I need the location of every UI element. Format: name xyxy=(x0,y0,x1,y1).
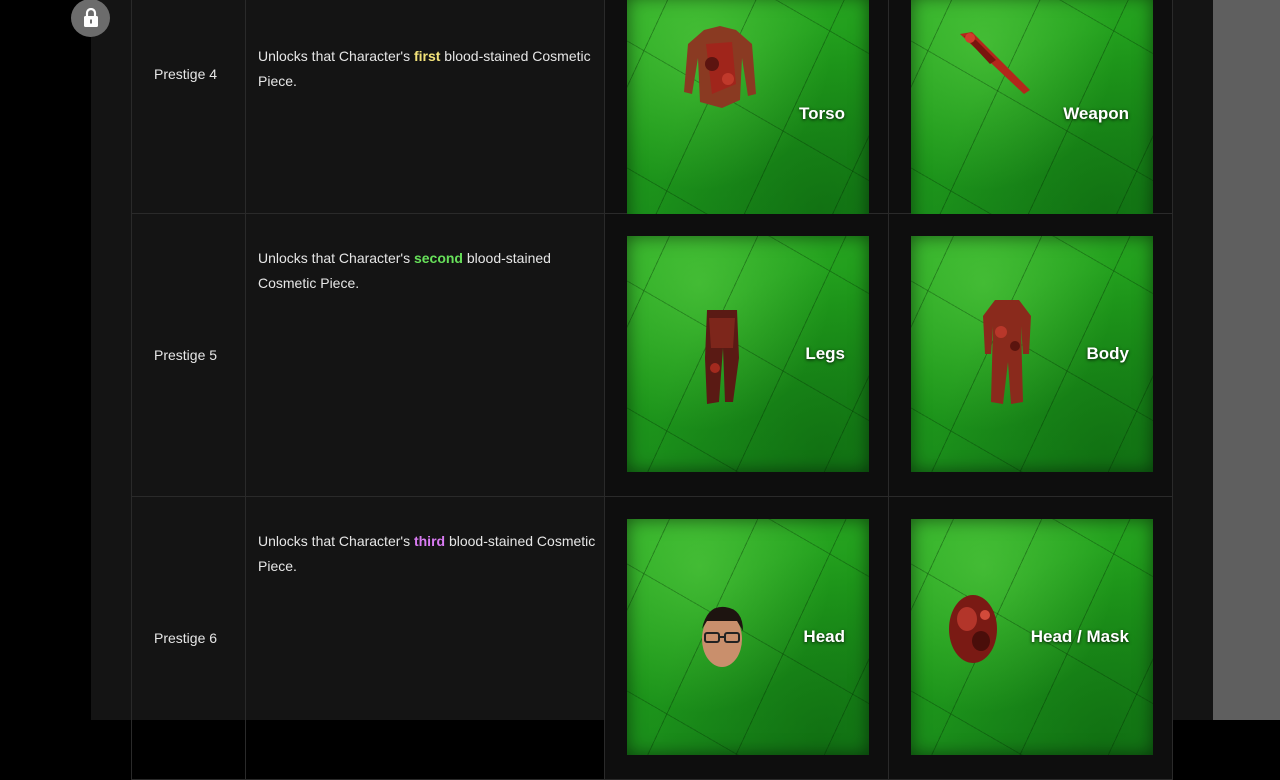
card-label: Legs xyxy=(805,343,845,363)
card-label: Torso xyxy=(799,104,845,123)
right-scroll-gutter xyxy=(1213,0,1280,720)
bloody-legs-pants-icon xyxy=(705,309,739,404)
highlight-second: second xyxy=(413,249,463,266)
bloody-torso-shirt-icon xyxy=(684,26,756,108)
highlight-first: first xyxy=(413,48,441,64)
unlock-description: Unlocks that Character's third blood-sta… xyxy=(245,496,605,780)
cosmetic-cell: Legs xyxy=(604,213,889,497)
cosmetic-cell: Body xyxy=(888,213,1173,497)
card-label: Head xyxy=(803,626,845,646)
cosmetic-card-head[interactable]: Head xyxy=(627,518,869,755)
prestige-level: Prestige 5 xyxy=(131,213,246,497)
table-row: Prestige 4 Unlocks that Character's firs… xyxy=(131,0,1173,232)
cosmetic-cell: Head xyxy=(604,496,889,780)
lock-icon xyxy=(83,8,98,27)
cosmetic-card-body[interactable]: Body xyxy=(911,235,1153,472)
cosmetic-card-weapon[interactable]: Weapon xyxy=(911,0,1153,232)
unlock-description: Unlocks that Character's first blood-sta… xyxy=(245,0,605,214)
left-black-margin xyxy=(0,0,91,720)
unlock-description: Unlocks that Character's second blood-st… xyxy=(245,213,605,497)
cosmetic-card-legs[interactable]: Legs xyxy=(627,235,869,472)
card-label: Weapon xyxy=(1063,104,1129,123)
cosmetic-card-torso[interactable]: Torso xyxy=(627,0,869,232)
survivor-head-glasses-icon xyxy=(702,606,743,667)
bloody-head-mask-icon xyxy=(949,594,997,663)
card-label: Body xyxy=(1086,343,1130,363)
highlight-third: third xyxy=(413,532,446,549)
prestige-level: Prestige 6 xyxy=(131,496,246,780)
cosmetic-cell: Head / Mask xyxy=(888,496,1173,780)
bloody-weapon-blade-icon xyxy=(960,32,1030,94)
cosmetic-cell: Weapon xyxy=(888,0,1173,232)
prestige-level: Prestige 4 xyxy=(131,0,246,214)
bloody-body-outfit-icon xyxy=(983,299,1031,404)
lock-button[interactable] xyxy=(71,0,110,37)
prestige-table: Prestige 4 Unlocks that Character's firs… xyxy=(131,0,1173,780)
card-label: Head / Mask xyxy=(1030,626,1129,646)
cosmetic-card-head-mask[interactable]: Head / Mask xyxy=(911,518,1153,755)
table-row: Prestige 5 Unlocks that Character's seco… xyxy=(131,213,1173,497)
table-row: Prestige 6 Unlocks that Character's thir… xyxy=(131,496,1173,780)
cosmetic-cell: Torso xyxy=(604,0,889,232)
